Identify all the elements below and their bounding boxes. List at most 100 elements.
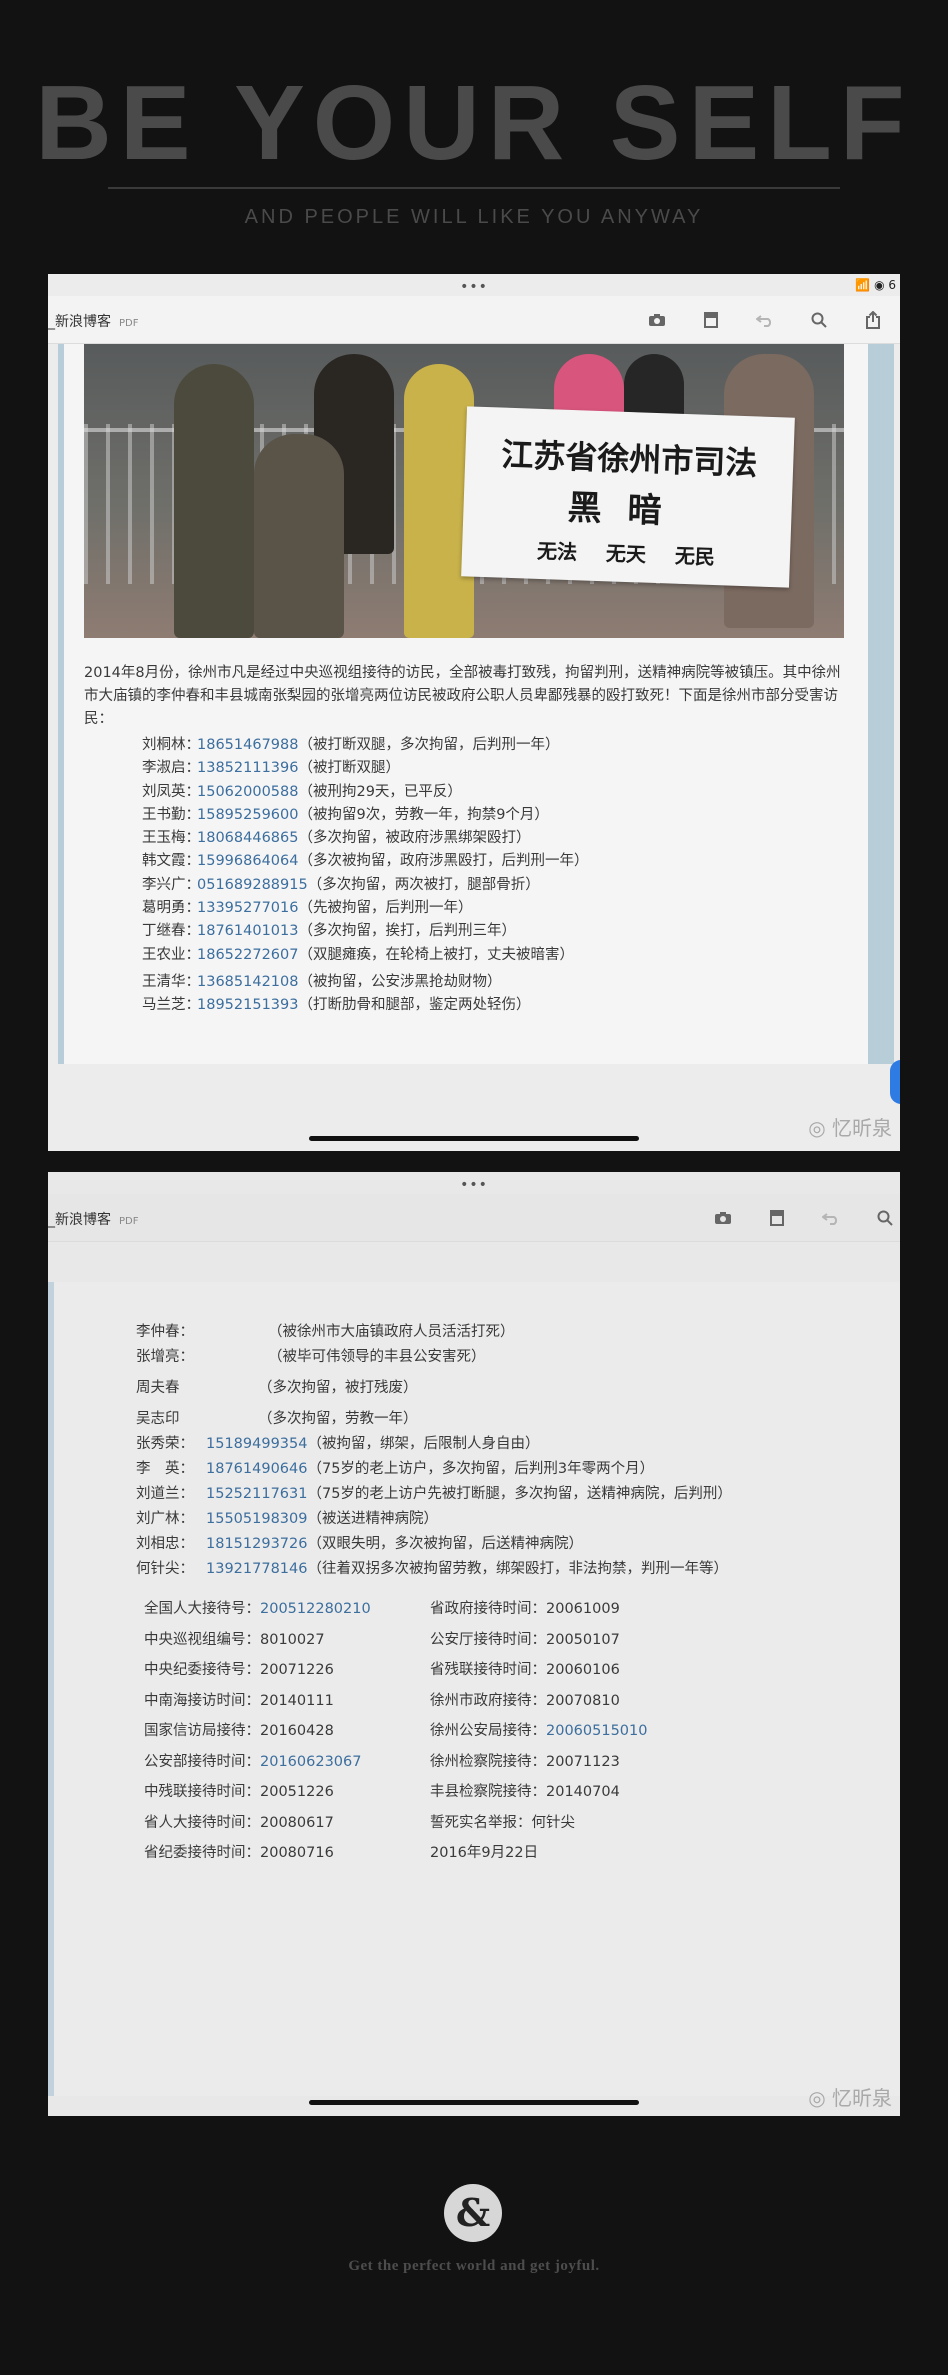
victim-name: 张增亮： [136, 1349, 194, 1365]
reception-value: 20071226 [260, 1662, 334, 1678]
reception-label: 丰县检察院接待： [430, 1784, 546, 1800]
victim-name: 韩文霞： [142, 853, 200, 870]
victim-phone[interactable]: 15062000588 [197, 784, 298, 800]
victim-phone[interactable]: 15505198309 [206, 1511, 307, 1527]
victim-row: 李 英： 18761490646（75岁的老上访户，多次拘留，后判刑3年零两个月） [136, 1457, 896, 1482]
document-name: _新浪博客 [48, 314, 111, 330]
victim-note: （被拘留9次，劳教一年，拘禁9个月） [298, 806, 549, 823]
reception-value: 20140704 [546, 1784, 620, 1800]
victim-note: （被刑拘29天，已平反） [298, 783, 462, 800]
victim-note: （被拘留，绑架，后限制人身自由） [307, 1436, 540, 1452]
reception-value: 20050107 [546, 1631, 620, 1648]
victim-note: （75岁的老上访户，多次拘留，后判刑3年零两个月） [307, 1461, 655, 1477]
victim-phone[interactable]: 13921778146 [206, 1561, 307, 1577]
victim-phone[interactable]: 051689288915 [197, 877, 308, 893]
reception-right: 公安厅接待时间：20050107 [430, 1625, 620, 1656]
victim-note: （被打断双腿，多次拘留，后判刑一年） [298, 737, 560, 753]
victim-phone[interactable]: 18151293726 [206, 1536, 307, 1552]
reception-right: 徐州市政府接待：20070810 [430, 1686, 620, 1717]
camera-icon[interactable] [630, 308, 684, 332]
home-indicator[interactable] [309, 2100, 639, 2105]
victim-name: 周夫春 [136, 1380, 180, 1396]
victim-note: （多次拘留，挨打，后判刑三年） [298, 923, 516, 940]
victim-phone[interactable]: 13395277016 [197, 900, 298, 916]
victim-name: 刘桐林： [142, 737, 200, 753]
status-bar: ••• 📶 ◉ 6 [48, 274, 900, 296]
victim-list: 李仲春： （被徐州市大庙镇政府人员活活打死） 张增亮： （被毕可伟领导的丰县公安害死）… [136, 1320, 896, 1582]
reception-value: 8010027 [260, 1631, 325, 1648]
search-icon[interactable] [858, 1206, 900, 1230]
victim-phone[interactable]: 18761401013 [197, 923, 298, 939]
victim-row: 王书勤：15895259600（被拘留9次，劳教一年，拘禁9个月） [142, 804, 842, 827]
search-icon[interactable] [792, 308, 846, 332]
reception-right: 省政府接待时间：20061009 [430, 1594, 620, 1625]
reception-right: 徐州公安局接待：20060515010 [430, 1716, 647, 1747]
pdf-toolbar: _新浪博客 PDF [48, 296, 900, 344]
victim-row: 刘桐林：18651467988（被打断双腿，多次拘留，后判刑一年） [142, 734, 842, 757]
pdf-page[interactable]: 李仲春： （被徐州市大庙镇政府人员活活打死） 张增亮： （被毕可伟领导的丰县公安害死）… [48, 1282, 900, 2096]
share-icon[interactable] [846, 308, 900, 332]
pdf-page[interactable]: 江苏省徐州市司法 黑暗 无法 无天 无民 2014年8月份，徐州市凡是经过中央巡… [58, 344, 894, 1064]
victim-phone[interactable]: 15189499354 [206, 1436, 307, 1452]
victim-row: 王农业：18652272607（双腿瘫痪，在轮椅上被打，丈夫被暗害） [142, 944, 842, 967]
victim-phone[interactable]: 15895259600 [197, 807, 298, 823]
side-tab-handle[interactable] [890, 1060, 900, 1104]
victim-note: （被拘留，公安涉黑抢劫财物） [298, 973, 502, 990]
reception-right: 省残联接待时间：20060106 [430, 1655, 620, 1686]
reception-label: 公安部接待时间： [144, 1753, 260, 1770]
reception-value: 20070810 [546, 1692, 620, 1709]
multitask-dots[interactable]: ••• [460, 1178, 488, 1192]
victim-phone[interactable]: 18651467988 [197, 737, 298, 753]
reception-value: 20160428 [260, 1723, 334, 1739]
weibo-watermark: ◎ 忆昕泉 [808, 1116, 892, 1140]
victim-phone[interactable]: 15996864064 [197, 853, 298, 869]
document-title: _新浪博客 PDF [48, 1209, 138, 1229]
ampersand-logo: & [444, 2184, 502, 2242]
victim-note: （75岁的老上访户先被打断腿，多次拘留，送精神病院，后判刑） [307, 1486, 732, 1502]
bookmark-icon[interactable] [684, 308, 738, 332]
victim-row: 吴志印 （多次拘留，劳教一年） [136, 1407, 896, 1432]
reception-row: 中南海接访时间：20140111 徐州市政府接待：20070810 [144, 1686, 844, 1717]
protest-banner: 江苏省徐州市司法 黑暗 无法 无天 无民 [461, 406, 795, 588]
reception-label: 省人大接待时间： [144, 1814, 260, 1831]
reception-label: 全国人大接待号： [144, 1601, 260, 1617]
victim-name: 王书勤： [142, 806, 200, 823]
reception-row: 中央纪委接待号：20071226 省残联接待时间：20060106 [144, 1655, 844, 1686]
pdf-badge: PDF [119, 1216, 139, 1227]
reception-label: 国家信访局接待： [144, 1723, 260, 1739]
victim-phone[interactable]: 15252117631 [206, 1486, 307, 1502]
victim-phone[interactable]: 18761490646 [206, 1461, 307, 1477]
victim-note: （多次拘留，两次被打，腿部骨折） [307, 876, 540, 893]
victim-row: 张增亮： （被毕可伟领导的丰县公安害死） [136, 1345, 896, 1370]
victim-name: 王农业： [142, 946, 200, 963]
victim-name: 葛明勇： [142, 900, 200, 917]
victim-name: 丁继春： [142, 923, 200, 940]
victim-note: （往着双拐多次被拘留劳教，绑架殴打，非法拘禁，判刑一年等） [307, 1561, 728, 1577]
reception-left: 全国人大接待号：200512280210 [144, 1594, 430, 1625]
victim-name: 李兴广： [142, 876, 200, 893]
undo-icon[interactable] [804, 1206, 858, 1230]
victim-name: 李仲春： [136, 1324, 194, 1340]
reception-label: 中残联接待时间： [144, 1784, 260, 1800]
victim-phone[interactable]: 18068446865 [197, 830, 298, 846]
bookmark-icon[interactable] [750, 1206, 804, 1230]
camera-icon[interactable] [696, 1206, 750, 1230]
undo-icon[interactable] [738, 308, 792, 332]
victim-note: （双腿瘫痪，在轮椅上被打，丈夫被暗害） [298, 946, 574, 963]
reception-row: 公安部接待时间：20160623067 徐州检察院接待：20071123 [144, 1747, 844, 1778]
reception-left: 中残联接待时间：20051226 [144, 1777, 430, 1808]
victim-phone[interactable]: 18952151393 [197, 997, 298, 1013]
victim-phone[interactable]: 18652272607 [197, 947, 298, 963]
reception-row: 全国人大接待号：200512280210 省政府接待时间：20061009 [144, 1594, 844, 1625]
victim-note: （多次拘留，被政府涉黑绑架殴打） [298, 830, 531, 847]
weibo-watermark: ◎ 忆昕泉 [808, 2086, 892, 2110]
victim-row: 李仲春： （被徐州市大庙镇政府人员活活打死） [136, 1320, 896, 1345]
reception-left: 中央纪委接待号：20071226 [144, 1655, 430, 1686]
victim-row: 韩文霞：15996864064（多次被拘留，政府涉黑殴打，后判刑一年） [142, 850, 842, 873]
multitask-dots[interactable]: ••• [460, 280, 488, 294]
victim-note: （被毕可伟领导的丰县公安害死） [268, 1349, 486, 1365]
victim-phone[interactable]: 13685142108 [197, 974, 298, 990]
victim-phone[interactable]: 13852111396 [197, 760, 298, 776]
home-indicator[interactable] [309, 1136, 639, 1141]
hero-subtitle: AND PEOPLE WILL LIKE YOU ANYWAY [244, 206, 704, 228]
